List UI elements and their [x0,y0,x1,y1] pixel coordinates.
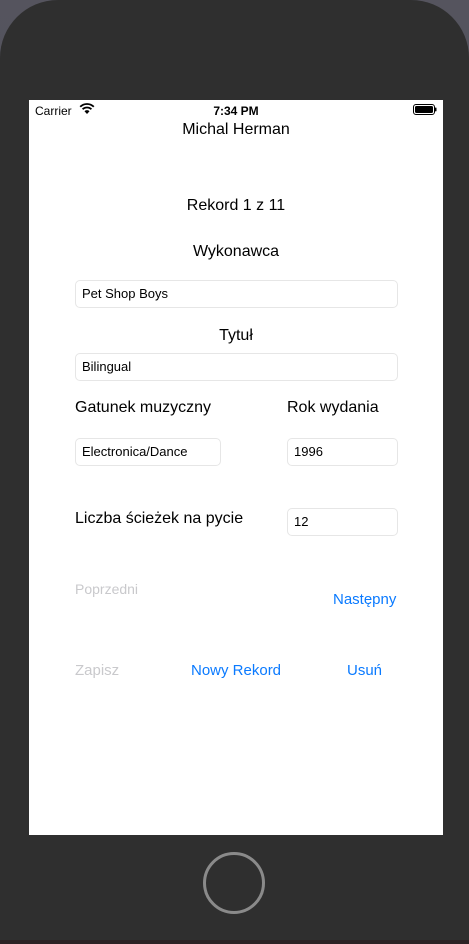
new-record-button[interactable]: Nowy Rekord [191,662,281,679]
genre-label: Gatunek muzyczny [75,399,212,416]
artist-label: Wykonawca [192,243,280,260]
previous-button[interactable]: Poprzedni [75,581,138,597]
record-counter: Rekord 1 z 11 [186,197,286,214]
genre-field[interactable]: Electronica/Dance [75,438,221,466]
delete-button[interactable]: Usuń [347,662,382,679]
battery-icon [413,104,437,115]
app-screen: Carrier 7:34 PM Michal Herman Rekord 1 z… [29,100,443,835]
artist-field[interactable]: Pet Shop Boys [75,280,398,308]
title-label: Tytuł [219,327,253,344]
device-frame: Carrier 7:34 PM Michal Herman Rekord 1 z… [0,0,469,940]
title-field[interactable]: Bilingual [75,353,398,381]
status-bar: Carrier 7:34 PM [29,100,443,120]
save-button[interactable]: Zapisz [75,662,119,679]
next-button[interactable]: Następny [333,591,396,608]
author-title: Michal Herman [182,121,290,138]
clock-time: 7:34 PM [213,104,259,118]
tracks-label: Liczba ścieżek na pycie [75,510,244,527]
year-field[interactable]: 1996 [287,438,398,466]
year-label: Rok wydania [287,399,379,416]
home-button[interactable] [203,852,265,914]
tracks-field[interactable]: 12 [287,508,398,536]
